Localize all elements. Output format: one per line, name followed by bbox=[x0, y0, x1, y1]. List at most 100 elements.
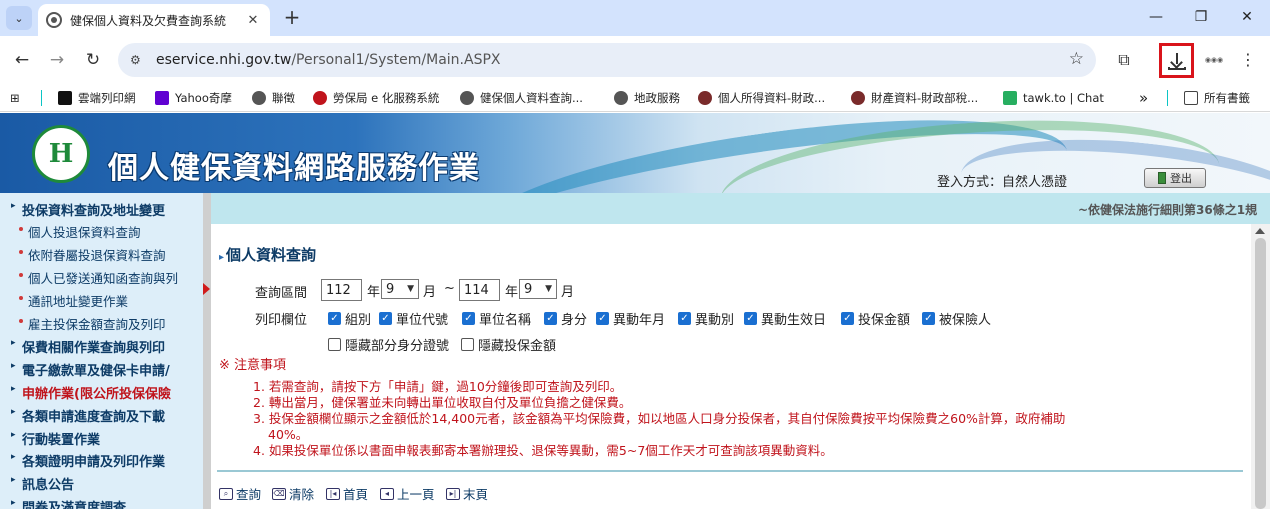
year-unit: 年 bbox=[505, 285, 519, 300]
notes-title: ※ 注意事項 bbox=[219, 358, 287, 373]
field-checkbox[interactable]: ✓ 單位名稱 bbox=[462, 309, 531, 328]
extensions-icon[interactable]: ⧉ bbox=[1112, 48, 1136, 72]
vertical-scrollbar[interactable] bbox=[1251, 224, 1270, 509]
bookmarks-bar: ⊞ 雲端列印網 Yahoo奇摩 聯徵 勞保局 e 化服務系統 健保個人資料查詢.… bbox=[0, 84, 1270, 112]
field-checkbox[interactable]: ✓ 異動生效日 bbox=[744, 309, 826, 328]
hide-id-checkbox[interactable]: 隱藏部分身分證號 bbox=[328, 335, 449, 354]
checkmark-icon: ✓ bbox=[596, 312, 609, 325]
hide-amount-checkbox[interactable]: 隱藏投保金額 bbox=[461, 335, 556, 354]
end-month-select[interactable]: 9 ▼ bbox=[519, 279, 557, 299]
sidebar-section[interactable]: 行動裝置作業 bbox=[22, 429, 100, 448]
apps-grid-icon[interactable]: ⊞ bbox=[10, 89, 20, 107]
sidebar-item[interactable]: 依附眷屬投退保資料查詢 bbox=[28, 245, 166, 264]
search-button[interactable]: ⌕ 查詢 bbox=[219, 484, 261, 503]
active-tab[interactable]: 健保個人資料及欠費查詢系統 ✕ bbox=[38, 4, 270, 36]
field-checkbox[interactable]: ✓ 投保金額 bbox=[841, 309, 910, 328]
sidebar-section[interactable]: 保費相關作業查詢與列印 bbox=[22, 337, 165, 356]
chevron-down-icon: ⌄ bbox=[14, 11, 24, 25]
bookmark-item[interactable]: 聯徵 bbox=[252, 89, 295, 107]
scrollbar-thumb[interactable] bbox=[1255, 238, 1266, 509]
forward-button[interactable]: → bbox=[45, 48, 69, 72]
end-year-input[interactable] bbox=[459, 279, 500, 301]
bookmark-item[interactable]: 勞保局 e 化服務系統 bbox=[313, 89, 439, 107]
bookmark-star-icon[interactable]: ☆ bbox=[1069, 49, 1084, 69]
sidebar-item[interactable]: 個人已發送通知函查詢與列 bbox=[28, 268, 178, 287]
bookmark-item[interactable]: 雲端列印網 bbox=[58, 89, 136, 107]
new-tab-button[interactable]: + bbox=[280, 6, 304, 30]
range-separator: ~ bbox=[444, 281, 455, 296]
sidebar-section[interactable]: 電子繳款單及健保卡申請/ bbox=[22, 360, 170, 379]
frame-divider[interactable] bbox=[203, 193, 211, 509]
field-checkbox[interactable]: ✓ 身分 bbox=[544, 309, 587, 328]
sidebar-item[interactable]: 雇主投保金額查詢及列印 bbox=[28, 314, 166, 333]
download-icon bbox=[1167, 52, 1186, 70]
field-checkbox[interactable]: ✓ 單位代號 bbox=[379, 309, 448, 328]
bookmark-item[interactable]: tawk.to | Chat bbox=[1003, 89, 1104, 107]
sidebar-item[interactable]: 個人投退保資料查詢 bbox=[28, 222, 141, 241]
first-page-button[interactable]: |◂ 首頁 bbox=[326, 484, 368, 503]
collapse-arrow-icon[interactable] bbox=[203, 283, 210, 295]
door-icon bbox=[1158, 172, 1166, 184]
browser-toolbar: ← → ↻ ⚙ eservice.nhi.gov.tw/Personal1/Sy… bbox=[0, 36, 1270, 84]
bookmarks-overflow-button[interactable]: » bbox=[1139, 89, 1148, 107]
start-year-input[interactable] bbox=[321, 279, 362, 301]
logout-button[interactable]: 登出 bbox=[1144, 168, 1206, 188]
mof-icon bbox=[698, 91, 712, 105]
yahoo-icon bbox=[155, 91, 169, 105]
first-page-icon: |◂ bbox=[326, 487, 340, 500]
tab-search-button[interactable]: ⌄ bbox=[6, 6, 32, 30]
divider bbox=[217, 470, 1243, 472]
bookmark-item[interactable]: 個人所得資料-財政... bbox=[698, 89, 825, 107]
address-bar[interactable]: ⚙ eservice.nhi.gov.tw/Personal1/System/M… bbox=[118, 43, 1096, 77]
mof-icon bbox=[851, 91, 865, 105]
restore-button[interactable]: ❐ bbox=[1178, 6, 1224, 30]
start-month-select[interactable]: 9 ▼ bbox=[381, 279, 419, 299]
marquee-text: ~依健保法施行細則第36條之1規 bbox=[1078, 203, 1258, 217]
globe-icon bbox=[460, 91, 474, 105]
site-info-icon[interactable]: ⚙ bbox=[130, 52, 146, 68]
more-menu-icon[interactable]: ⋮ bbox=[1238, 48, 1258, 72]
checkmark-icon: ✓ bbox=[379, 312, 392, 325]
close-window-button[interactable]: ✕ bbox=[1224, 6, 1270, 30]
sidebar-section[interactable]: 申辦作業(限公所投保保險 bbox=[22, 383, 171, 402]
minimize-button[interactable]: — bbox=[1133, 6, 1179, 30]
sidebar-section[interactable]: 各類證明申請及列印作業 bbox=[22, 451, 165, 470]
previous-page-button[interactable]: ◂ 上一頁 bbox=[380, 484, 435, 503]
clear-button[interactable]: ⌫ 清除 bbox=[272, 484, 314, 503]
field-checkbox[interactable]: ✓ 異動年月 bbox=[596, 309, 665, 328]
bookmark-item[interactable]: 地政服務 bbox=[614, 89, 680, 107]
checkmark-icon: ✓ bbox=[544, 312, 557, 325]
announcement-marquee: ~依健保法施行細則第36條之1規 bbox=[211, 193, 1270, 224]
field-checkbox[interactable]: ✓ 異動別 bbox=[678, 309, 734, 328]
reload-button[interactable]: ↻ bbox=[81, 48, 105, 72]
bullet-icon bbox=[19, 227, 23, 231]
triangle-icon: ▸ bbox=[11, 361, 16, 371]
checkmark-icon: ✓ bbox=[678, 312, 691, 325]
last-page-icon: ▸| bbox=[446, 487, 460, 500]
all-bookmarks-button[interactable]: 所有書籤 bbox=[1184, 89, 1250, 107]
last-page-button[interactable]: ▸| 末頁 bbox=[446, 484, 488, 503]
close-icon[interactable]: ✕ bbox=[244, 13, 262, 28]
sidebar-section[interactable]: 各類申請進度查詢及下載 bbox=[22, 406, 165, 425]
downloads-button[interactable] bbox=[1159, 43, 1194, 78]
bookmark-item[interactable]: 健保個人資料查詢... bbox=[460, 89, 583, 107]
sidebar-section[interactable]: 訊息公告 bbox=[22, 474, 74, 493]
field-checkbox[interactable]: ✓ 被保險人 bbox=[922, 309, 991, 328]
globe-icon bbox=[46, 12, 62, 28]
period-label: 查詢區間 bbox=[255, 286, 308, 301]
print-fields-label: 列印欄位 bbox=[255, 313, 308, 328]
field-checkbox[interactable]: ✓ 組別 bbox=[328, 309, 371, 328]
profile-avatar[interactable]: ◉◉◉ bbox=[1203, 53, 1225, 67]
sidebar-section[interactable]: 問卷及滿意度調查 bbox=[22, 497, 126, 509]
bookmark-item[interactable]: Yahoo奇摩 bbox=[155, 89, 232, 107]
back-button[interactable]: ← bbox=[10, 48, 34, 72]
triangle-icon: ▸ bbox=[219, 252, 225, 263]
triangle-icon: ▸ bbox=[11, 201, 16, 211]
bookmark-item[interactable]: 財產資料-財政部稅... bbox=[851, 89, 978, 107]
checkmark-icon: ✓ bbox=[462, 312, 475, 325]
sidebar-item[interactable]: 通訊地址變更作業 bbox=[28, 291, 128, 310]
chevron-down-icon: ▼ bbox=[407, 284, 414, 294]
clear-icon: ⌫ bbox=[272, 487, 286, 500]
scroll-up-icon[interactable] bbox=[1255, 228, 1265, 234]
sidebar-section[interactable]: 投保資料查詢及地址變更 bbox=[22, 200, 165, 219]
